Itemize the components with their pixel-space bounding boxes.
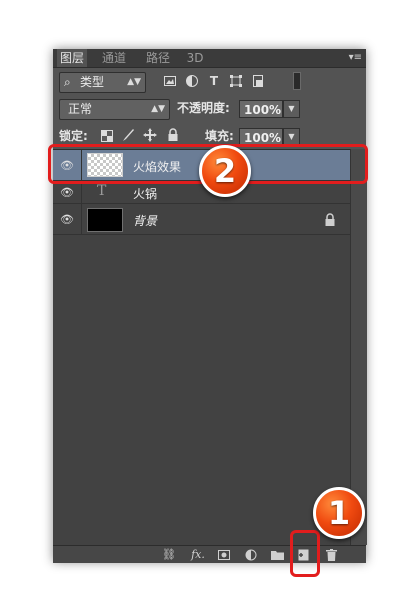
type-filter-icon[interactable]: T	[207, 72, 221, 90]
smart-object-filter-icon[interactable]	[251, 74, 265, 88]
lock-position-icon[interactable]	[143, 128, 157, 142]
text-layer-icon: T	[97, 183, 107, 199]
opacity-input[interactable]: 100%	[239, 100, 283, 118]
chevron-updown-icon: ▲▼	[127, 77, 141, 87]
chevron-updown-icon: ▲▼	[151, 104, 165, 114]
filter-toggle-icon[interactable]	[293, 72, 301, 90]
layer-name: 火锅	[133, 187, 158, 201]
layer-list: 👁 火焰效果 👁 T 火锅 👁 背景	[53, 149, 350, 546]
image-filter-icon[interactable]	[163, 74, 177, 88]
lock-all-icon[interactable]	[167, 128, 179, 142]
blend-mode-dropdown[interactable]: 正常 ▲▼	[59, 99, 170, 120]
step-2-badge: 2	[199, 145, 251, 197]
filter-type-dropdown[interactable]: ⌕ 类型 ▲▼	[59, 72, 146, 93]
new-group-icon[interactable]	[269, 546, 285, 563]
visibility-eye-icon[interactable]: 👁	[53, 204, 82, 234]
link-layers-icon[interactable]: ⛓	[161, 546, 177, 563]
adjustment-filter-icon[interactable]	[185, 74, 199, 88]
lock-icon	[324, 212, 336, 226]
lock-transparent-pixels-icon[interactable]	[101, 130, 113, 142]
layers-panel: 图层 通道 路径 3D ▾≡ ⌕ 类型 ▲▼ T 正常 ▲▼ 不透明度: 100…	[53, 49, 367, 563]
add-mask-icon[interactable]	[216, 546, 232, 563]
fx-icon[interactable]: fx.	[188, 546, 208, 563]
tab-channels[interactable]: 通道	[99, 49, 129, 67]
layer-name: 背景	[133, 214, 158, 228]
filter-type-label: 类型	[80, 75, 105, 89]
opacity-label: 不透明度:	[177, 101, 230, 115]
search-icon: ⌕	[64, 75, 71, 89]
tab-divider	[53, 67, 366, 68]
delete-layer-icon[interactable]	[323, 546, 339, 563]
tab-paths[interactable]: 路径	[143, 49, 173, 67]
opacity-slider-button[interactable]: ▼	[283, 100, 300, 118]
shape-filter-icon[interactable]	[229, 74, 243, 88]
layer-thumbnail-black	[87, 208, 123, 232]
layer-row-background[interactable]: 👁 背景	[53, 204, 350, 235]
new-layer-button-highlight	[290, 530, 320, 577]
tab-layers[interactable]: 图层	[57, 49, 87, 67]
adjustment-layer-icon[interactable]	[243, 546, 259, 563]
layer-row-hotpot-text[interactable]: 👁 T 火锅	[53, 181, 350, 204]
blend-mode-value: 正常	[68, 102, 93, 116]
panel-menu-icon[interactable]: ▾≡	[349, 49, 362, 67]
step-1-badge: 1	[313, 487, 365, 539]
layer-list-scrollbar[interactable]	[350, 149, 367, 545]
lock-image-pixels-icon[interactable]	[121, 128, 135, 142]
visibility-eye-icon[interactable]: 👁	[53, 181, 82, 203]
tab-3d[interactable]: 3D	[183, 49, 207, 67]
panel-tab-bar: 图层 通道 路径 3D ▾≡	[53, 49, 366, 67]
